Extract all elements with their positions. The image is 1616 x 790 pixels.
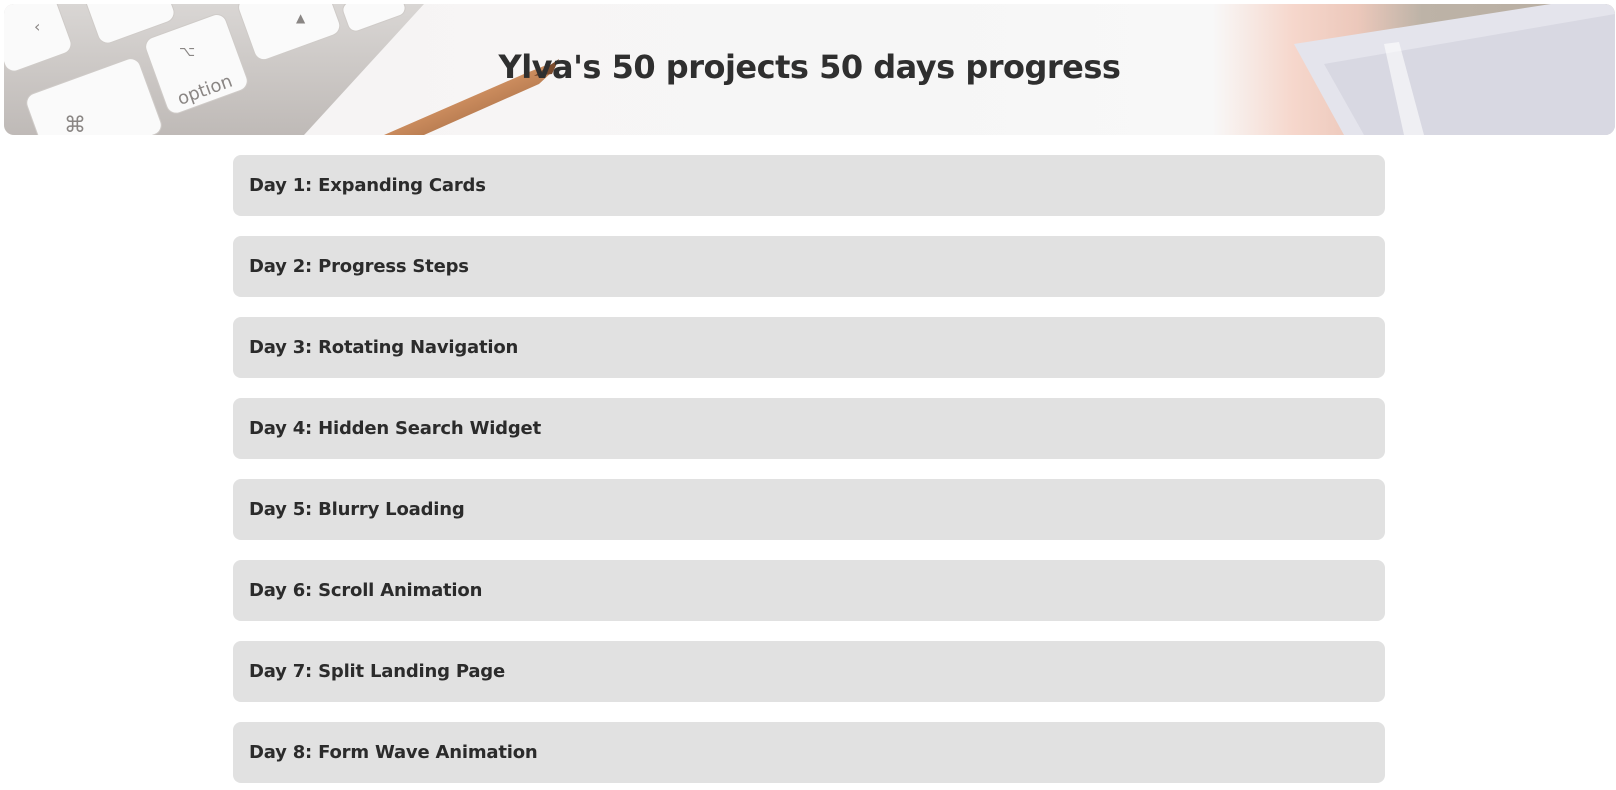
project-item-label: Day 2: Progress Steps [249, 256, 469, 277]
page-title: Ylva's 50 projects 50 days progress [498, 48, 1121, 86]
project-item-day-6[interactable]: Day 6: Scroll Animation [233, 560, 1385, 621]
project-item-day-7[interactable]: Day 7: Split Landing Page [233, 641, 1385, 702]
project-item-label: Day 8: Form Wave Animation [249, 742, 538, 763]
project-item-label: Day 1: Expanding Cards [249, 175, 486, 196]
command-key-symbol: ⌘ [64, 113, 86, 135]
project-item-day-4[interactable]: Day 4: Hidden Search Widget [233, 398, 1385, 459]
header-banner: option ⌘ ‹ ▲ ⌥ Ylva's 50 projects 50 day… [4, 4, 1615, 135]
project-item-label: Day 5: Blurry Loading [249, 499, 465, 520]
project-item-day-5[interactable]: Day 5: Blurry Loading [233, 479, 1385, 540]
project-item-day-1[interactable]: Day 1: Expanding Cards [233, 155, 1385, 216]
svg-text:▲: ▲ [296, 11, 306, 25]
svg-text:‹: ‹ [34, 17, 40, 36]
project-list: Day 1: Expanding Cards Day 2: Progress S… [233, 155, 1385, 790]
project-item-label: Day 4: Hidden Search Widget [249, 418, 541, 439]
project-item-day-3[interactable]: Day 3: Rotating Navigation [233, 317, 1385, 378]
project-item-label: Day 6: Scroll Animation [249, 580, 483, 601]
project-item-day-2[interactable]: Day 2: Progress Steps [233, 236, 1385, 297]
project-item-label: Day 3: Rotating Navigation [249, 337, 519, 358]
project-item-day-8[interactable]: Day 8: Form Wave Animation [233, 722, 1385, 783]
project-item-label: Day 7: Split Landing Page [249, 661, 505, 682]
page: option ⌘ ‹ ▲ ⌥ Ylva's 50 projects 50 day… [0, 0, 1616, 790]
